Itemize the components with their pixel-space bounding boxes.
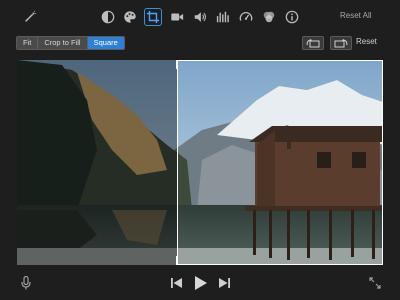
speedometer-icon[interactable] <box>238 9 254 25</box>
crop-handle-top-left[interactable] <box>176 60 186 69</box>
skip-forward-icon[interactable] <box>217 276 231 290</box>
filter-icon[interactable] <box>261 9 277 25</box>
play-icon[interactable] <box>193 276 207 290</box>
rotate-left-icon <box>306 38 320 48</box>
crop-frame[interactable] <box>176 60 383 265</box>
fullscreen-icon[interactable] <box>368 276 382 290</box>
reset-button[interactable]: Reset <box>356 37 377 46</box>
color-balance-icon[interactable] <box>100 9 116 25</box>
crop-handle-bottom-left[interactable] <box>176 256 186 265</box>
microphone-icon[interactable] <box>19 276 33 290</box>
rotate-right-button[interactable] <box>330 36 352 50</box>
toolbar: Reset All <box>0 0 400 32</box>
video-camera-icon[interactable] <box>169 9 185 25</box>
rotate-left-button[interactable] <box>302 36 324 50</box>
magic-wand-icon[interactable] <box>22 9 38 25</box>
color-palette-icon[interactable] <box>122 9 138 25</box>
skip-back-icon[interactable] <box>170 276 184 290</box>
volume-icon[interactable] <box>192 9 208 25</box>
fit-button[interactable]: Fit <box>17 37 39 49</box>
transport-bar <box>0 268 400 300</box>
crop-dimmed-area <box>17 60 177 265</box>
info-icon[interactable] <box>284 9 300 25</box>
crop-mode-control: Fit Crop to Fill Square <box>16 36 125 50</box>
rotate-right-icon <box>334 38 348 48</box>
crop-to-fill-button[interactable]: Crop to Fill <box>38 37 88 49</box>
video-viewer[interactable] <box>17 60 383 265</box>
crop-handle-top-right[interactable] <box>374 60 383 69</box>
equalizer-icon[interactable] <box>215 9 231 25</box>
square-button[interactable]: Square <box>87 37 124 49</box>
crop-handle-bottom-right[interactable] <box>374 256 383 265</box>
reset-all-button[interactable]: Reset All <box>340 11 372 20</box>
crop-icon[interactable] <box>144 8 162 26</box>
